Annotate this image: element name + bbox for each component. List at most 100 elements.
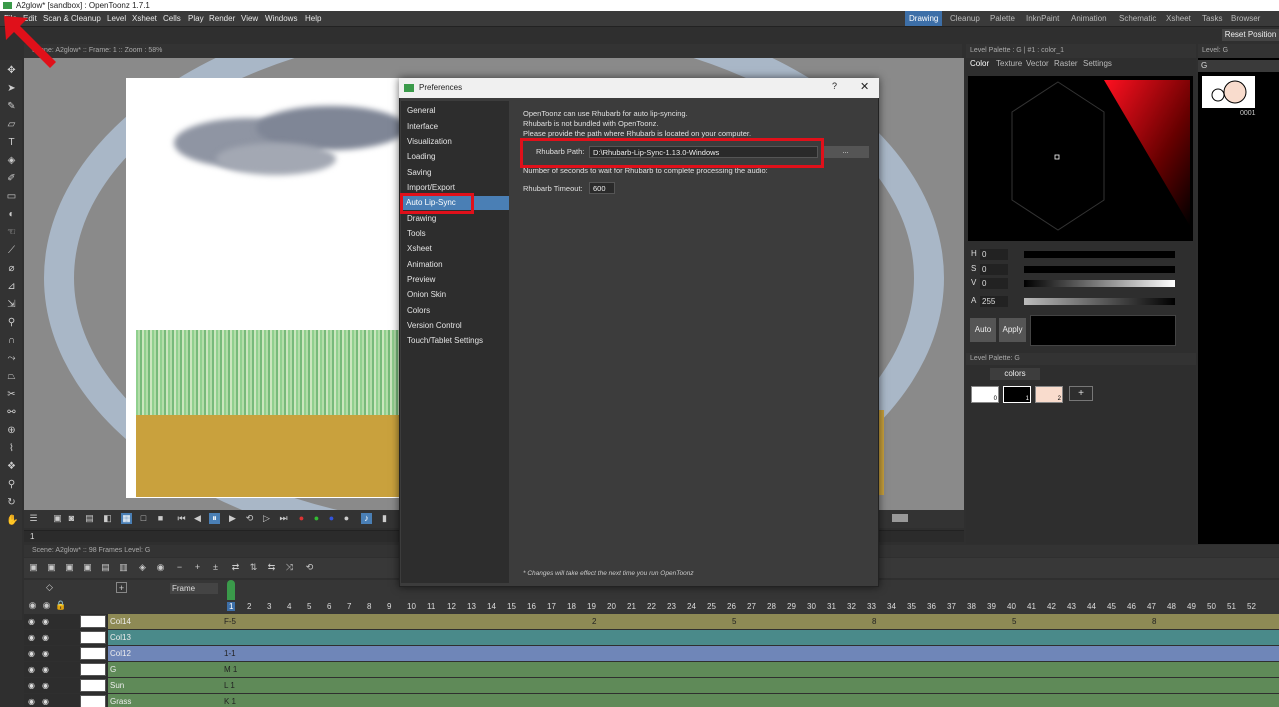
compare-icon[interactable]: ◧	[102, 513, 113, 524]
auto-button[interactable]: Auto	[970, 318, 996, 342]
increase-step-icon[interactable]: −	[174, 562, 185, 573]
pause-icon[interactable]: ⏸	[209, 513, 220, 524]
category-tools[interactable]: Tools	[403, 227, 507, 241]
next-frame-icon[interactable]: ▷	[261, 513, 272, 524]
save-icon[interactable]: ▣	[52, 513, 63, 524]
pinch-tool-icon[interactable]: ⇲	[6, 299, 17, 310]
frame-number-label[interactable]: 27	[747, 602, 756, 611]
menu-help[interactable]: Help	[305, 11, 321, 27]
pump-tool-icon[interactable]: ⚲	[6, 317, 17, 328]
tab-color[interactable]: Color	[970, 59, 989, 68]
xsheet-column-row[interactable]: ◉ ◉ G M 1	[24, 662, 1279, 677]
category-interface[interactable]: Interface	[403, 120, 507, 134]
swing-icon[interactable]: ⇆	[266, 562, 277, 573]
frame-number-label[interactable]: 35	[907, 602, 916, 611]
level-frame-thumbnail[interactable]	[1202, 76, 1255, 108]
selection-tool-icon[interactable]: ➤	[6, 83, 17, 94]
tracker-tool-icon[interactable]: ⊕	[6, 425, 17, 436]
category-general[interactable]: General	[403, 104, 507, 118]
frame-number-label[interactable]: 43	[1067, 602, 1076, 611]
current-frame-marker[interactable]	[227, 580, 235, 600]
green-channel-icon[interactable]: ●	[311, 513, 322, 524]
alpha-field[interactable]: 255	[980, 296, 1008, 307]
column-cells[interactable]: 1-1	[222, 646, 1279, 661]
new-note-level-icon[interactable]: ▣	[82, 562, 93, 573]
value-field[interactable]: 0	[980, 278, 1008, 289]
value-slider[interactable]	[1024, 280, 1175, 287]
room-schematic[interactable]: Schematic	[1119, 11, 1156, 26]
xsheet-column-row[interactable]: ◉ ◉ Sun L 1	[24, 678, 1279, 693]
frame-number-label[interactable]: 42	[1047, 602, 1056, 611]
palette-chip-1[interactable]: 1	[1003, 386, 1031, 403]
menu-view[interactable]: View	[241, 11, 258, 27]
column-name[interactable]: Col13	[108, 630, 222, 645]
frame-number-label[interactable]: 10	[407, 602, 416, 611]
frame-number-label[interactable]: 21	[627, 602, 636, 611]
frame-number-label[interactable]: 17	[547, 602, 556, 611]
add-style-button[interactable]: +	[1069, 386, 1093, 401]
new-raster-level-icon[interactable]: ▣	[64, 562, 75, 573]
frame-number-label[interactable]: 15	[507, 602, 516, 611]
layer-toggle-icon[interactable]: ◇	[44, 582, 55, 593]
palette-page-tab[interactable]: colors	[990, 368, 1040, 380]
frame-number-label[interactable]: 6	[327, 602, 331, 611]
frame-number-label[interactable]: 49	[1187, 602, 1196, 611]
level-select[interactable]: G	[1198, 60, 1279, 72]
frame-number-label[interactable]: 44	[1087, 602, 1096, 611]
frame-number-label[interactable]: 50	[1207, 602, 1216, 611]
frame-number-label[interactable]: 16	[527, 602, 536, 611]
hue-slider[interactable]	[1024, 251, 1175, 258]
column-cells[interactable]: K 1	[222, 694, 1279, 707]
frame-number-label[interactable]: 25	[707, 602, 716, 611]
frame-number-label[interactable]: 20	[607, 602, 616, 611]
frame-number-label[interactable]: 2	[247, 602, 251, 611]
plastic-tool-icon[interactable]: ❖	[6, 461, 17, 472]
menu-render[interactable]: Render	[209, 11, 235, 27]
alpha-slider[interactable]	[1024, 298, 1175, 305]
finger-tool-icon[interactable]: ☜	[6, 227, 17, 238]
reset-step-icon[interactable]: ±	[210, 562, 221, 573]
style-picker-tool-icon[interactable]: ⟋	[6, 245, 17, 256]
frame-number-label[interactable]: 18	[567, 602, 576, 611]
hook-tool-icon[interactable]: ⌇	[6, 443, 17, 454]
sound-icon[interactable]: ♪	[361, 513, 372, 524]
reverse-icon[interactable]: ⇅	[248, 562, 259, 573]
frame-number-label[interactable]: 22	[647, 602, 656, 611]
hexagon-picker[interactable]	[968, 76, 1193, 241]
onion-skin-icon[interactable]: ◉	[155, 562, 166, 573]
camstand-toggle-icon[interactable]: ◉	[42, 665, 49, 674]
iron-tool-icon[interactable]: ⏢	[6, 371, 17, 382]
frame-number-label[interactable]: 40	[1007, 602, 1016, 611]
preview-icon[interactable]: ▤	[84, 513, 95, 524]
category-saving[interactable]: Saving	[403, 166, 507, 180]
frame-number-label[interactable]: 41	[1027, 602, 1036, 611]
column-cells[interactable]	[222, 630, 1279, 645]
white-bg-icon[interactable]: □	[138, 513, 149, 524]
tape-tool-icon[interactable]: ◐	[6, 209, 17, 220]
new-vector-level-icon[interactable]: ▣	[28, 562, 39, 573]
saturation-slider[interactable]	[1024, 266, 1175, 273]
category-colors[interactable]: Colors	[403, 304, 507, 318]
column-cells[interactable]: M 1	[222, 662, 1279, 677]
room-inknpaint[interactable]: InknPaint	[1026, 11, 1059, 26]
frame-number-label[interactable]: 14	[487, 602, 496, 611]
column-name[interactable]: Col14	[108, 614, 222, 629]
frame-number-label[interactable]: 19	[587, 602, 596, 611]
column-name[interactable]: Col12	[108, 646, 222, 661]
keyframe-icon[interactable]: ◈	[137, 562, 148, 573]
play-icon[interactable]: ▶	[227, 513, 238, 524]
rollup-icon[interactable]: ⟲	[304, 562, 315, 573]
camera-column-icon[interactable]: ▥	[118, 562, 129, 573]
decrease-step-icon[interactable]: +	[192, 562, 203, 573]
frame-number-label[interactable]: 23	[667, 602, 676, 611]
preview-toggle-icon[interactable]: ◉	[28, 665, 35, 674]
rgb-picker-tool-icon[interactable]: ⌀	[6, 263, 17, 274]
camstand-toggle-icon[interactable]: ◉	[42, 697, 49, 706]
preview-toggle-icon[interactable]: ◉	[28, 617, 35, 626]
color-wheel[interactable]	[968, 76, 1193, 241]
tab-raster[interactable]: Raster	[1054, 59, 1078, 68]
skeleton-tool-icon[interactable]: ⚯	[6, 407, 17, 418]
column-cells[interactable]: F-525858282	[222, 614, 1279, 629]
frame-number-label[interactable]: 31	[827, 602, 836, 611]
frame-number-label[interactable]: 33	[867, 602, 876, 611]
